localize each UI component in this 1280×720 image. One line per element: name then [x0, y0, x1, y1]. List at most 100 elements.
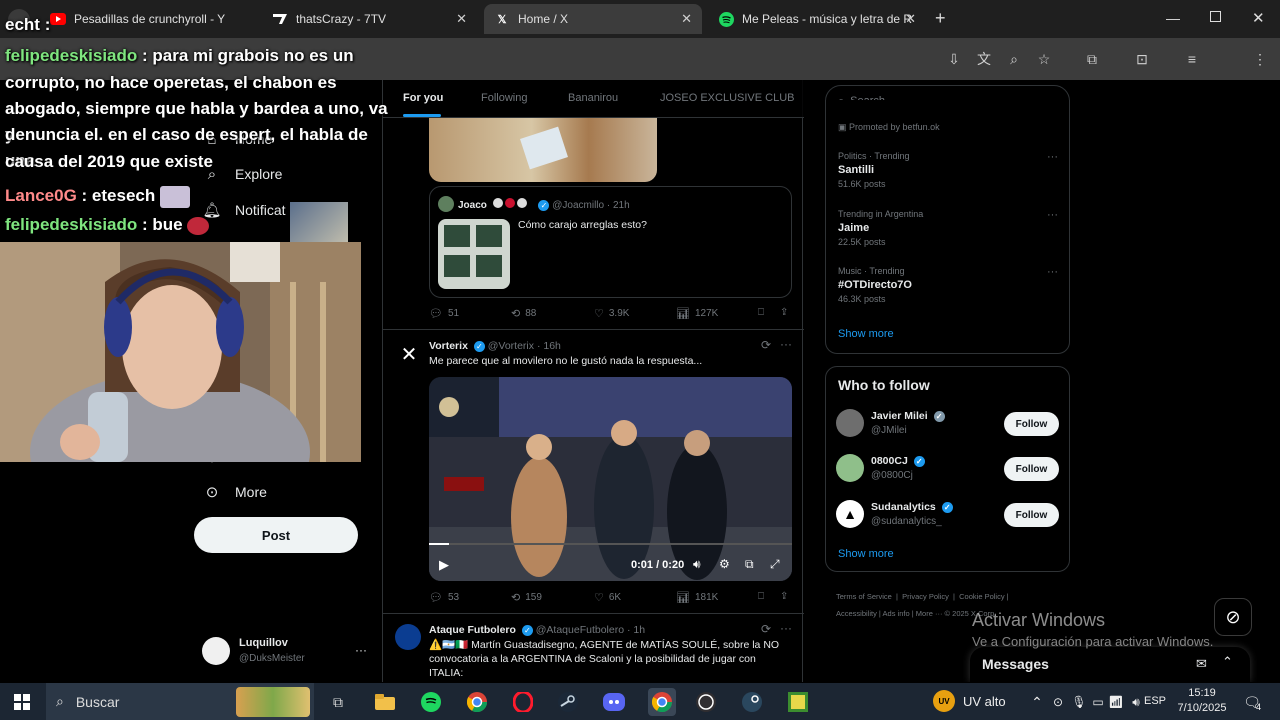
fullscreen-icon[interactable]: ⤢ [770, 557, 780, 572]
close-tab-icon[interactable]: ✕ [905, 11, 916, 27]
tab-youtube[interactable]: Pesadillas de crunchyroll - Y [40, 4, 255, 34]
retweet-button[interactable]: ⟲ 159 [511, 591, 542, 604]
reply-button[interactable]: 💬︎ 53 [429, 591, 459, 604]
tweet-author[interactable]: Vorterix [429, 340, 468, 352]
expand-icon[interactable]: ⌃ [1222, 654, 1233, 670]
close-window-icon[interactable]: ✕ [1252, 9, 1265, 27]
trend-item[interactable]: Politics · Trending Santilli 51.6K posts… [838, 151, 1058, 189]
clock[interactable]: 15:19 7/10/2025 [1172, 686, 1232, 716]
zoom-icon[interactable]: ⌕ [1004, 49, 1024, 69]
minimize-icon[interactable]: — [1166, 10, 1180, 26]
new-tab-button[interactable]: + [935, 8, 946, 29]
share-button[interactable]: ⇪ [780, 307, 788, 318]
show-more-follow[interactable]: Show more [838, 548, 894, 560]
bookmark-star-icon[interactable]: ☆ [1034, 49, 1054, 69]
restore-icon[interactable] [1210, 11, 1221, 22]
chrome-active-taskbar-icon[interactable] [648, 688, 676, 716]
tweet-time[interactable]: 16h [543, 340, 561, 352]
tab-bananirou[interactable]: Bananirou [568, 92, 618, 104]
task-view-icon[interactable]: ⧉ [326, 690, 350, 714]
tweet-video[interactable]: ▶ 0:01 / 0:20 🔊︎ ⚙ ⧉ ⤢ [429, 377, 792, 581]
footer-link[interactable]: Cookie Policy [959, 592, 1004, 601]
taskbar-search[interactable]: ⌕ Buscar [46, 683, 314, 720]
tweet-time[interactable]: 1h [633, 624, 645, 636]
trend-item[interactable]: Music · Trending #OTDirecto7O 46.3K post… [838, 266, 1058, 304]
start-button[interactable] [10, 690, 34, 714]
quote-tweet[interactable]: Joaco ✓ @Joacmillo · 21h Cómo carajo arr… [429, 186, 792, 298]
trend-item[interactable]: Trending in Argentina Jaime 22.5K posts … [838, 209, 1058, 247]
spotify-taskbar-icon[interactable] [419, 690, 443, 714]
grok-icon[interactable]: ⟳ [761, 338, 771, 352]
account-switcher[interactable]: Luquillov @DuksMeister ··· [200, 633, 380, 669]
grok-floating-button[interactable]: ⊘ [1214, 598, 1252, 636]
opera-taskbar-icon[interactable] [511, 690, 535, 714]
tab-x-home[interactable]: 𝕏 Home / X ✕ [484, 4, 702, 34]
app-taskbar-icon[interactable] [786, 690, 810, 714]
footer-link[interactable]: More ··· [916, 609, 943, 618]
language-indicator[interactable]: ESP [1144, 695, 1166, 707]
video-settings-icon[interactable]: ⚙ [719, 557, 730, 571]
tab-spotify[interactable]: Me Peleas - música y letra de R ✕ [708, 4, 926, 34]
views-button[interactable]: 📊︎ 127K [676, 307, 718, 320]
account-more-icon[interactable]: ··· [355, 643, 367, 657]
follow-suggestion[interactable]: Javier Milei ✓ @JMilei Follow [836, 409, 1061, 441]
screenshot-icon[interactable]: ⊡ [1132, 49, 1152, 69]
retweet-icon: ⟲ [511, 308, 521, 320]
volume-icon[interactable]: 🔊︎ [693, 557, 701, 572]
tab-joseo[interactable]: JOSEO EXCLUSIVE CLUB [660, 92, 795, 104]
bookmark-button[interactable]: ⎕ [758, 307, 764, 318]
bookmark-button[interactable]: ⎕ [758, 591, 764, 602]
tab-for-you[interactable]: For you [403, 92, 443, 104]
post-button[interactable]: Post [194, 517, 358, 553]
footer-link[interactable]: Ads info [883, 609, 910, 618]
close-tab-icon[interactable]: ✕ [456, 11, 467, 27]
more-menu-icon[interactable]: ⋮ [1250, 49, 1270, 69]
play-icon[interactable]: ▶ [439, 557, 449, 573]
tweet-handle[interactable]: @AtaqueFutbolero [536, 624, 624, 636]
trend-more-icon[interactable]: ··· [1047, 151, 1058, 163]
retweet-button[interactable]: ⟲ 88 [511, 307, 536, 320]
install-app-icon[interactable]: ⇩ [944, 49, 964, 69]
new-message-icon[interactable]: ✉ [1196, 656, 1207, 672]
file-explorer-icon[interactable] [373, 690, 397, 714]
tweet-more-icon[interactable]: ··· [780, 621, 792, 635]
chrome-taskbar-icon[interactable] [465, 690, 489, 714]
tweet-more-icon[interactable]: ··· [780, 337, 792, 351]
pip-icon[interactable]: ⧉ [745, 557, 754, 572]
extensions-icon[interactable]: ⧉ [1082, 49, 1102, 69]
like-button[interactable]: ♡ 6K [594, 591, 621, 604]
tweet-image[interactable] [429, 118, 657, 182]
tab-7tv[interactable]: thatsCrazy - 7TV ✕ [262, 4, 477, 34]
reply-button[interactable]: 💬︎ 51 [429, 307, 459, 320]
discord-taskbar-icon[interactable] [602, 690, 626, 714]
tweet-handle[interactable]: @Vorterix [488, 340, 534, 352]
messages-drawer[interactable]: Messages ✉ ⌃ [970, 647, 1250, 682]
obs-taskbar-icon[interactable] [694, 690, 718, 714]
views-button[interactable]: 📊︎ 181K [676, 591, 718, 604]
like-button[interactable]: ♡ 3.9K [594, 307, 629, 320]
footer-link[interactable]: Terms of Service [836, 592, 892, 601]
weather-widget[interactable]: UV UV alto [933, 690, 1006, 712]
follow-button[interactable]: Follow [1004, 503, 1059, 527]
follow-suggestion[interactable]: ▲ Sudanalytics ✓ @sudanalytics_ Follow [836, 500, 1061, 532]
translate-icon[interactable]: 文 [974, 49, 994, 69]
nav-more[interactable]: ⊙ More [203, 483, 267, 501]
follow-button[interactable]: Follow [1004, 412, 1059, 436]
vorterix-avatar[interactable]: ✕ [397, 342, 421, 366]
trend-more-icon[interactable]: ··· [1047, 209, 1058, 221]
tweet-author[interactable]: Ataque Futbolero [429, 624, 516, 636]
footer-link[interactable]: Accessibility [836, 609, 877, 618]
ataque-avatar[interactable] [395, 624, 421, 650]
share-button[interactable]: ⇪ [780, 591, 788, 602]
media-control-icon[interactable]: ≡ [1182, 49, 1202, 69]
steam-alt-taskbar-icon[interactable] [740, 690, 764, 714]
follow-button[interactable]: Follow [1004, 457, 1059, 481]
trend-more-icon[interactable]: ··· [1047, 266, 1058, 278]
footer-link[interactable]: Privacy Policy [902, 592, 949, 601]
show-more-trends[interactable]: Show more [838, 328, 894, 340]
steam-taskbar-icon[interactable] [556, 690, 580, 714]
tab-following[interactable]: Following [481, 92, 527, 104]
grok-icon[interactable]: ⟳ [761, 622, 771, 636]
follow-suggestion[interactable]: 0800CJ ✓ @0800Cj Follow [836, 454, 1061, 486]
close-tab-icon[interactable]: ✕ [681, 11, 692, 27]
